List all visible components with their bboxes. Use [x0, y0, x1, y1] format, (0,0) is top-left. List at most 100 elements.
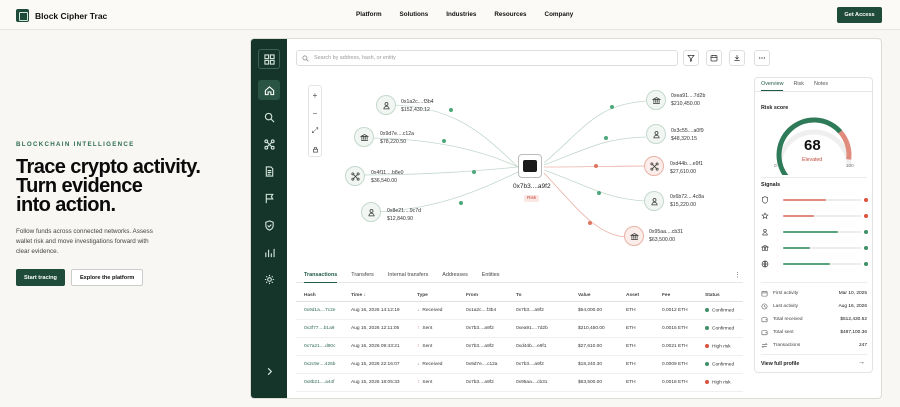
cell-type: ↑ Sent — [417, 380, 432, 385]
cell-hash[interactable]: 0x7a21....d90c — [304, 344, 335, 349]
col-value[interactable]: Value — [578, 293, 591, 298]
node-user[interactable] — [644, 191, 664, 211]
table-row[interactable]: 0x2c9e....426b Aug 15, 2026 22:16:07 ↓ Rece… — [296, 356, 743, 374]
stat-value: $487,100.36 — [840, 330, 867, 335]
settings-icon[interactable] — [258, 269, 280, 289]
signal-bar-fill — [783, 231, 838, 233]
stat-label: Last activity — [773, 304, 799, 309]
hero-subtitle: Follow funds across connected networks. … — [16, 228, 153, 255]
nav-link-industries[interactable]: Industries — [446, 11, 476, 18]
center-wallet-node[interactable] — [518, 154, 542, 178]
fit-view-button[interactable]: ⤢ — [309, 122, 321, 140]
calendar-button[interactable] — [706, 50, 722, 66]
signal-bar — [783, 199, 861, 201]
zoom-in-button[interactable]: + — [309, 86, 321, 104]
tab-internal-transfers[interactable]: Internal transfers — [388, 269, 428, 283]
bank-icon — [651, 96, 661, 104]
brand-logo[interactable]: Block Cipher Trac — [16, 9, 107, 22]
explore-platform-button[interactable]: Explore the platform — [70, 269, 144, 286]
signal-row[interactable] — [761, 226, 868, 238]
cell-hash[interactable]: 0x3f77....b1a9 — [304, 326, 334, 331]
flag-icon[interactable] — [258, 188, 280, 208]
document-icon[interactable] — [258, 161, 280, 181]
cell-to[interactable]: 0x7b3....a9f2 — [516, 362, 544, 367]
signal-row[interactable] — [761, 242, 868, 254]
table-row[interactable]: 0x7a21....d90c Aug 16, 2026 09:43:21 ↑ Sent… — [296, 338, 743, 356]
grid-icon[interactable] — [258, 49, 280, 69]
search-input[interactable]: Search by address, hash, or entity — [296, 50, 678, 66]
node-user[interactable] — [361, 202, 381, 222]
tab-risk[interactable]: Risk — [793, 78, 803, 91]
zoom-out-button[interactable]: − — [309, 104, 321, 122]
cell-hash[interactable]: 0x8b21....a44f — [304, 380, 334, 385]
clock-icon — [761, 303, 768, 310]
table-row[interactable]: 0x8b21....a44f Aug 15, 2026 18:05:33 ↑ Sent… — [296, 374, 743, 392]
col-hash[interactable]: Hash — [304, 293, 316, 298]
tab-transactions[interactable]: Transactions — [304, 269, 338, 283]
col-status[interactable]: Status — [705, 293, 720, 298]
cell-from[interactable]: 0x9d7e....c12a — [466, 362, 497, 367]
col-type[interactable]: Type — [417, 293, 428, 298]
download-button[interactable] — [729, 50, 745, 66]
col-from[interactable]: From — [466, 293, 478, 298]
node-network[interactable] — [345, 166, 365, 186]
table-more-icon[interactable]: ⋮ — [734, 271, 741, 279]
get-access-button[interactable]: Get Access — [837, 7, 882, 23]
arrow-right-icon[interactable]: → — [858, 359, 865, 366]
cell-to[interactable]: 0x7b3....a9f2 — [516, 308, 544, 313]
node-user[interactable] — [376, 95, 396, 115]
star-icon — [761, 212, 769, 220]
node-bank-risk[interactable] — [624, 226, 644, 246]
status-label: Confirmed — [712, 326, 735, 332]
stat-value: 247 — [858, 343, 867, 348]
table-row[interactable]: 0x9d1a....7c2e Aug 16, 2026 14:12:19 ↓ Rece… — [296, 302, 743, 320]
table-row[interactable]: 0x3f77....b1a9 Aug 16, 2026 12:11:05 ↑ Sent… — [296, 320, 743, 338]
cell-from[interactable]: 0x7b3....a9f2 — [466, 326, 494, 331]
col-asset[interactable]: Asset — [626, 293, 639, 298]
stat-row: Total received $512,430.52 — [761, 314, 867, 326]
stat-value: Aug 16, 2026 — [838, 304, 867, 309]
nav-link-platform[interactable]: Platform — [356, 11, 382, 18]
node-bank[interactable] — [646, 90, 666, 110]
signal-row[interactable] — [761, 210, 868, 222]
search-icon[interactable] — [258, 107, 280, 127]
col-time[interactable]: Time ↓ — [351, 293, 366, 298]
bar-chart-icon[interactable] — [258, 242, 280, 262]
cell-hash[interactable]: 0x9d1a....7c2e — [304, 308, 335, 313]
tab-overview[interactable]: Overview — [761, 78, 784, 91]
tab-transfers[interactable]: Transfers — [351, 269, 374, 283]
network-icon[interactable] — [258, 134, 280, 154]
wallet-panel: Overview Risk Notes Risk score 68 Elevat… — [754, 77, 873, 373]
cell-hash[interactable]: 0x2c9e....426b — [304, 362, 335, 367]
cell-to[interactable]: 0x95aa....cb31 — [516, 380, 547, 385]
node-bank[interactable] — [354, 127, 374, 147]
filter-button[interactable] — [683, 50, 699, 66]
node-user[interactable] — [646, 124, 666, 144]
chevron-right-icon[interactable] — [258, 361, 280, 381]
node-network-risk[interactable] — [644, 156, 664, 176]
signal-row[interactable] — [761, 194, 868, 206]
tab-notes[interactable]: Notes — [814, 78, 828, 91]
tab-entities[interactable]: Entities — [482, 269, 500, 283]
lock-button[interactable] — [309, 140, 321, 158]
tab-addresses[interactable]: Addresses — [442, 269, 467, 283]
signal-row[interactable] — [761, 258, 868, 270]
cell-from[interactable]: 0x7b3....a9f2 — [466, 344, 494, 349]
cell-to[interactable]: 0xea91....7d2b — [516, 326, 548, 331]
start-tracing-button[interactable]: Start tracing — [16, 269, 65, 286]
col-to[interactable]: To — [516, 293, 522, 298]
cell-from[interactable]: 0x1a2c....f3b4 — [466, 308, 496, 313]
stat-row: First activity Mar 10, 2025 — [761, 288, 867, 300]
nav-link-resources[interactable]: Resources — [494, 11, 526, 18]
more-button[interactable] — [754, 50, 770, 66]
bank-icon — [359, 133, 369, 141]
col-fee[interactable]: Fee — [662, 293, 670, 298]
cell-from[interactable]: 0x7b3....a9f2 — [466, 380, 494, 385]
view-full-profile-link[interactable]: View full profile — [761, 361, 799, 367]
cell-to[interactable]: 0xd44b....e9f1 — [516, 344, 546, 349]
home-icon[interactable] — [258, 80, 280, 100]
nav-links: Platform Solutions Industries Resources … — [356, 11, 573, 18]
nav-link-solutions[interactable]: Solutions — [400, 11, 429, 18]
nav-link-company[interactable]: Company — [545, 11, 574, 18]
shield-icon[interactable] — [258, 215, 280, 235]
